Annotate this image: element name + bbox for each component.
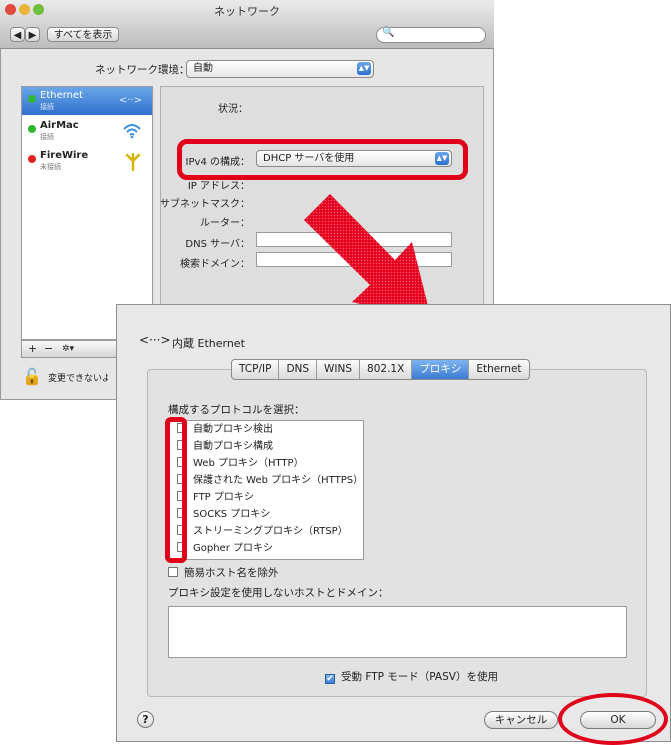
protocols-heading: 構成するプロトコルを選択： [168,404,305,416]
service-item-firewire[interactable]: FireWire 未接続 [22,147,152,175]
search-input[interactable]: 🔍 [376,27,486,43]
status-dot-icon [28,155,36,163]
exclude-simple-hostnames[interactable]: 簡易ホスト名を除外 [168,565,279,580]
service-name: FireWire [40,150,89,161]
dns-server-label: DNS サーバ： [185,239,250,250]
cancel-button[interactable]: キャンセル [484,711,558,729]
protocol-label: FTP プロキシ [193,492,254,503]
checkbox-checked[interactable]: ✔ [325,674,335,684]
highlight-box-checkboxes [165,417,187,563]
bypass-label: プロキシ設定を使用しないホストとドメイン： [168,587,389,599]
search-domain-label: 検索ドメイン： [180,259,250,270]
protocol-row-rtsp[interactable]: ストリーミングプロキシ（RTSP） [177,523,348,540]
protocol-row-auto-discovery[interactable]: 自動プロキシ検出 [177,421,273,438]
protocol-row-ftp[interactable]: FTP プロキシ [177,489,254,506]
help-button[interactable]: ? [137,711,154,728]
tab-wins[interactable]: WINS [317,360,361,379]
remove-service-button[interactable]: − [44,342,53,355]
location-label: ネットワーク環境： [95,64,190,76]
tab-tcpip[interactable]: TCP/IP [232,360,280,379]
lock-icon[interactable]: 🔓 [22,367,42,386]
bypass-hosts-textarea[interactable] [168,606,627,658]
status-dot-icon [28,95,36,103]
tab-8021x[interactable]: 802.1X [360,360,413,379]
tab-ethernet[interactable]: Ethernet [469,360,528,379]
protocol-label: SOCKS プロキシ [193,509,271,520]
protocol-row-secure-web-https[interactable]: 保護された Web プロキシ（HTTPS） [177,472,363,489]
router-label: ルーター： [200,218,250,229]
exclude-simple-hostnames-label: 簡易ホスト名を除外 [184,567,279,579]
protocol-label: 自動プロキシ構成 [193,441,273,452]
highlight-circle-ok [558,693,668,745]
protocol-row-web-http[interactable]: Web プロキシ（HTTP） [177,455,304,472]
protocol-label: ストリーミングプロキシ（RTSP） [193,526,348,537]
chevron-updown-icon: ▲▼ [357,62,371,75]
service-name: Ethernet [40,90,84,101]
protocol-row-socks[interactable]: SOCKS プロキシ [177,506,270,523]
tab-bar: TCP/IP DNS WINS 802.1X プロキシ Ethernet [231,359,530,380]
gear-icon[interactable]: ✲▾ [62,344,74,354]
service-name: AirMac [40,120,79,131]
location-value: 自動 [193,63,213,74]
passive-ftp-label: 受動 FTP モード（PASV）を使用 [341,671,498,683]
service-status: 接続 [40,133,54,141]
search-icon: 🔍 [382,27,395,38]
ip-address-label: IP アドレス： [187,181,250,192]
status-dot-icon [28,125,36,133]
subnet-mask-label: サブネットマスク： [160,199,250,210]
checkbox[interactable] [168,567,178,577]
protocol-label: Web プロキシ（HTTP） [193,458,304,469]
tab-proxies[interactable]: プロキシ [412,360,470,379]
forward-arrow-button[interactable]: ▶ [25,27,40,42]
ethernet-icon: <···> [139,333,171,347]
service-item-airmac[interactable]: AirMac 接続 [22,117,152,145]
location-popup[interactable]: 自動 ▲▼ [186,60,374,78]
service-item-ethernet[interactable]: Ethernet 接続 <··> [22,87,152,115]
service-status: 未接続 [40,163,61,171]
highlight-box-ipv4 [177,139,468,180]
show-all-button[interactable]: すべてを表示 [47,27,119,42]
tab-dns[interactable]: DNS [279,360,318,379]
sheet-title: 内蔵 Ethernet [172,337,245,350]
protocol-label: 自動プロキシ検出 [193,424,273,435]
service-list[interactable]: Ethernet 接続 <··> AirMac 接続 FireWire 未接続 [21,86,153,340]
protocol-row-gopher[interactable]: Gopher プロキシ [177,540,273,557]
protocol-list[interactable]: 自動プロキシ検出 自動プロキシ構成 Web プロキシ（HTTP） 保護された W… [168,420,364,560]
service-status: 接続 [40,103,54,111]
add-service-button[interactable]: + [28,342,37,355]
passive-ftp-option[interactable]: ✔ 受動 FTP モード（PASV）を使用 [325,669,498,684]
status-label: 状況： [218,104,248,115]
window-title: ネットワーク [214,5,280,18]
protocol-label: Gopher プロキシ [193,543,273,554]
lock-text: 変更できないように [48,374,108,384]
protocol-label: 保護された Web プロキシ（HTTPS） [193,475,364,486]
wifi-icon [122,123,142,143]
back-arrow-button[interactable]: ◀ [10,27,25,42]
protocol-row-auto-config[interactable]: 自動プロキシ構成 [177,438,273,455]
